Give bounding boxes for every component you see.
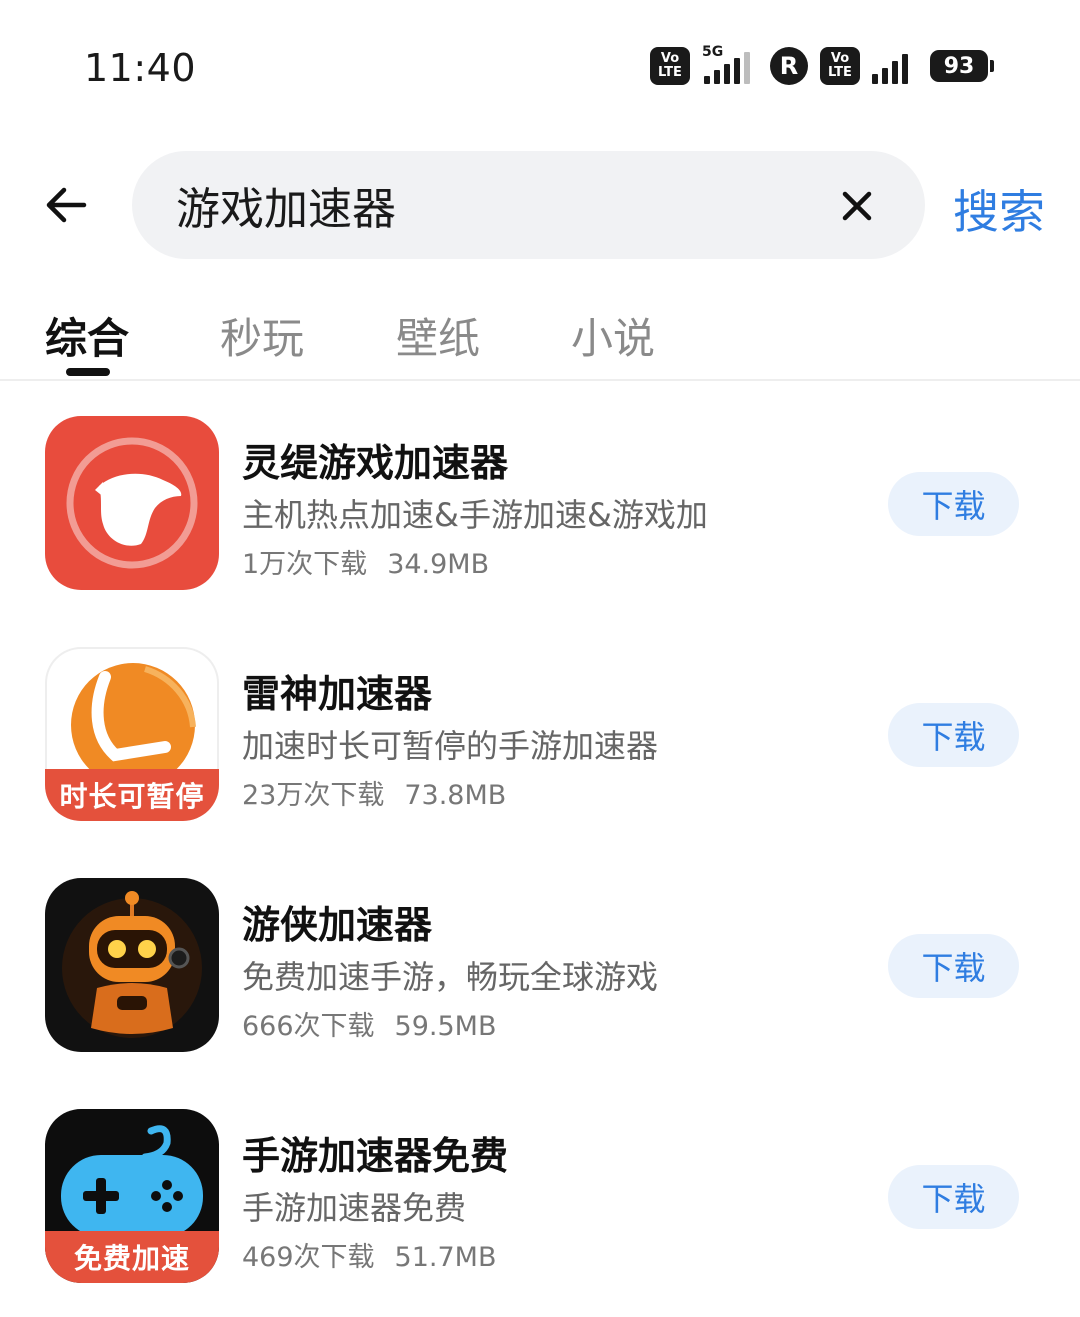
tab-novel[interactable]: 小说 xyxy=(571,305,655,366)
signal-5g-icon: 5G xyxy=(702,44,758,84)
app-list-item[interactable]: 时长可暂停 雷神加速器 加速时长可暂停的手游加速器 23万次下载 73.8MB 下… xyxy=(0,647,1080,823)
status-bar: 11:40 Vo LTE 5G R Vo LTE 93 xyxy=(0,0,1080,140)
app-size: 51.7MB xyxy=(394,1242,497,1273)
app-meta: 469次下载 51.7MB xyxy=(242,1235,496,1274)
app-size: 73.8MB xyxy=(404,780,507,811)
app-name: 游侠加速器 xyxy=(242,903,433,947)
app-downloads: 469次下载 xyxy=(242,1242,375,1273)
app-description: 手游加速器免费 xyxy=(242,1189,467,1227)
greyhound-logo-icon xyxy=(45,416,219,590)
app-size: 59.5MB xyxy=(394,1011,497,1042)
app-name: 手游加速器免费 xyxy=(242,1134,509,1178)
clear-search-button[interactable] xyxy=(835,184,879,228)
battery-icon: 93 xyxy=(930,50,994,82)
app-icon-badge: 免费加速 xyxy=(45,1231,219,1283)
status-icons: Vo LTE 5G R Vo LTE 93 xyxy=(650,44,994,88)
download-button[interactable]: 下载 xyxy=(888,934,1019,998)
tab-divider xyxy=(0,379,1080,381)
app-list-item[interactable]: 灵缇游戏加速器 主机热点加速&手游加速&游戏加 1万次下载 34.9MB 下载 xyxy=(0,416,1080,592)
app-description: 免费加速手游，畅玩全球游戏 xyxy=(242,958,659,996)
orange-ball-logo-icon: 时长可暂停 xyxy=(45,647,219,821)
close-icon xyxy=(842,191,872,221)
back-button[interactable] xyxy=(40,178,94,232)
app-list-item[interactable]: 游侠加速器 免费加速手游，畅玩全球游戏 666次下载 59.5MB 下载 xyxy=(0,878,1080,1054)
app-description: 主机热点加速&手游加速&游戏加 xyxy=(242,496,708,534)
roaming-icon: R xyxy=(770,47,808,85)
app-size: 34.9MB xyxy=(387,549,490,580)
gamepad-logo-icon: 免费加速 xyxy=(45,1109,219,1283)
status-time: 11:40 xyxy=(84,46,197,90)
app-description: 加速时长可暂停的手游加速器 xyxy=(242,727,659,765)
volte-icon-2: Vo LTE xyxy=(820,47,860,85)
back-arrow-icon xyxy=(46,187,87,223)
app-downloads: 666次下载 xyxy=(242,1011,375,1042)
tab-wallpaper[interactable]: 壁纸 xyxy=(396,305,480,366)
search-button[interactable]: 搜索 xyxy=(953,176,1045,242)
tab-bar: 综合 秒玩 壁纸 小说 xyxy=(0,305,1080,381)
app-icon-badge: 时长可暂停 xyxy=(45,769,219,821)
app-downloads: 23万次下载 xyxy=(242,780,385,811)
app-meta: 666次下载 59.5MB xyxy=(242,1004,496,1043)
app-downloads: 1万次下载 xyxy=(242,549,368,580)
volte-icon: Vo LTE xyxy=(650,47,690,85)
app-meta: 1万次下载 34.9MB xyxy=(242,542,489,581)
download-button[interactable]: 下载 xyxy=(888,1165,1019,1229)
tab-comprehensive[interactable]: 综合 xyxy=(45,305,129,366)
download-button[interactable]: 下载 xyxy=(888,472,1019,536)
app-name: 灵缇游戏加速器 xyxy=(242,441,509,485)
search-box xyxy=(132,151,925,259)
download-button[interactable]: 下载 xyxy=(888,703,1019,767)
app-name: 雷神加速器 xyxy=(242,672,433,716)
tab-instant-play[interactable]: 秒玩 xyxy=(220,305,304,366)
app-list-item[interactable]: 免费加速 手游加速器免费 手游加速器免费 469次下载 51.7MB 下载 xyxy=(0,1109,1080,1285)
signal-icon xyxy=(872,48,918,84)
search-input[interactable] xyxy=(176,175,816,235)
tab-active-indicator xyxy=(66,368,110,376)
robot-logo-icon xyxy=(45,878,219,1052)
app-meta: 23万次下载 73.8MB xyxy=(242,773,506,812)
